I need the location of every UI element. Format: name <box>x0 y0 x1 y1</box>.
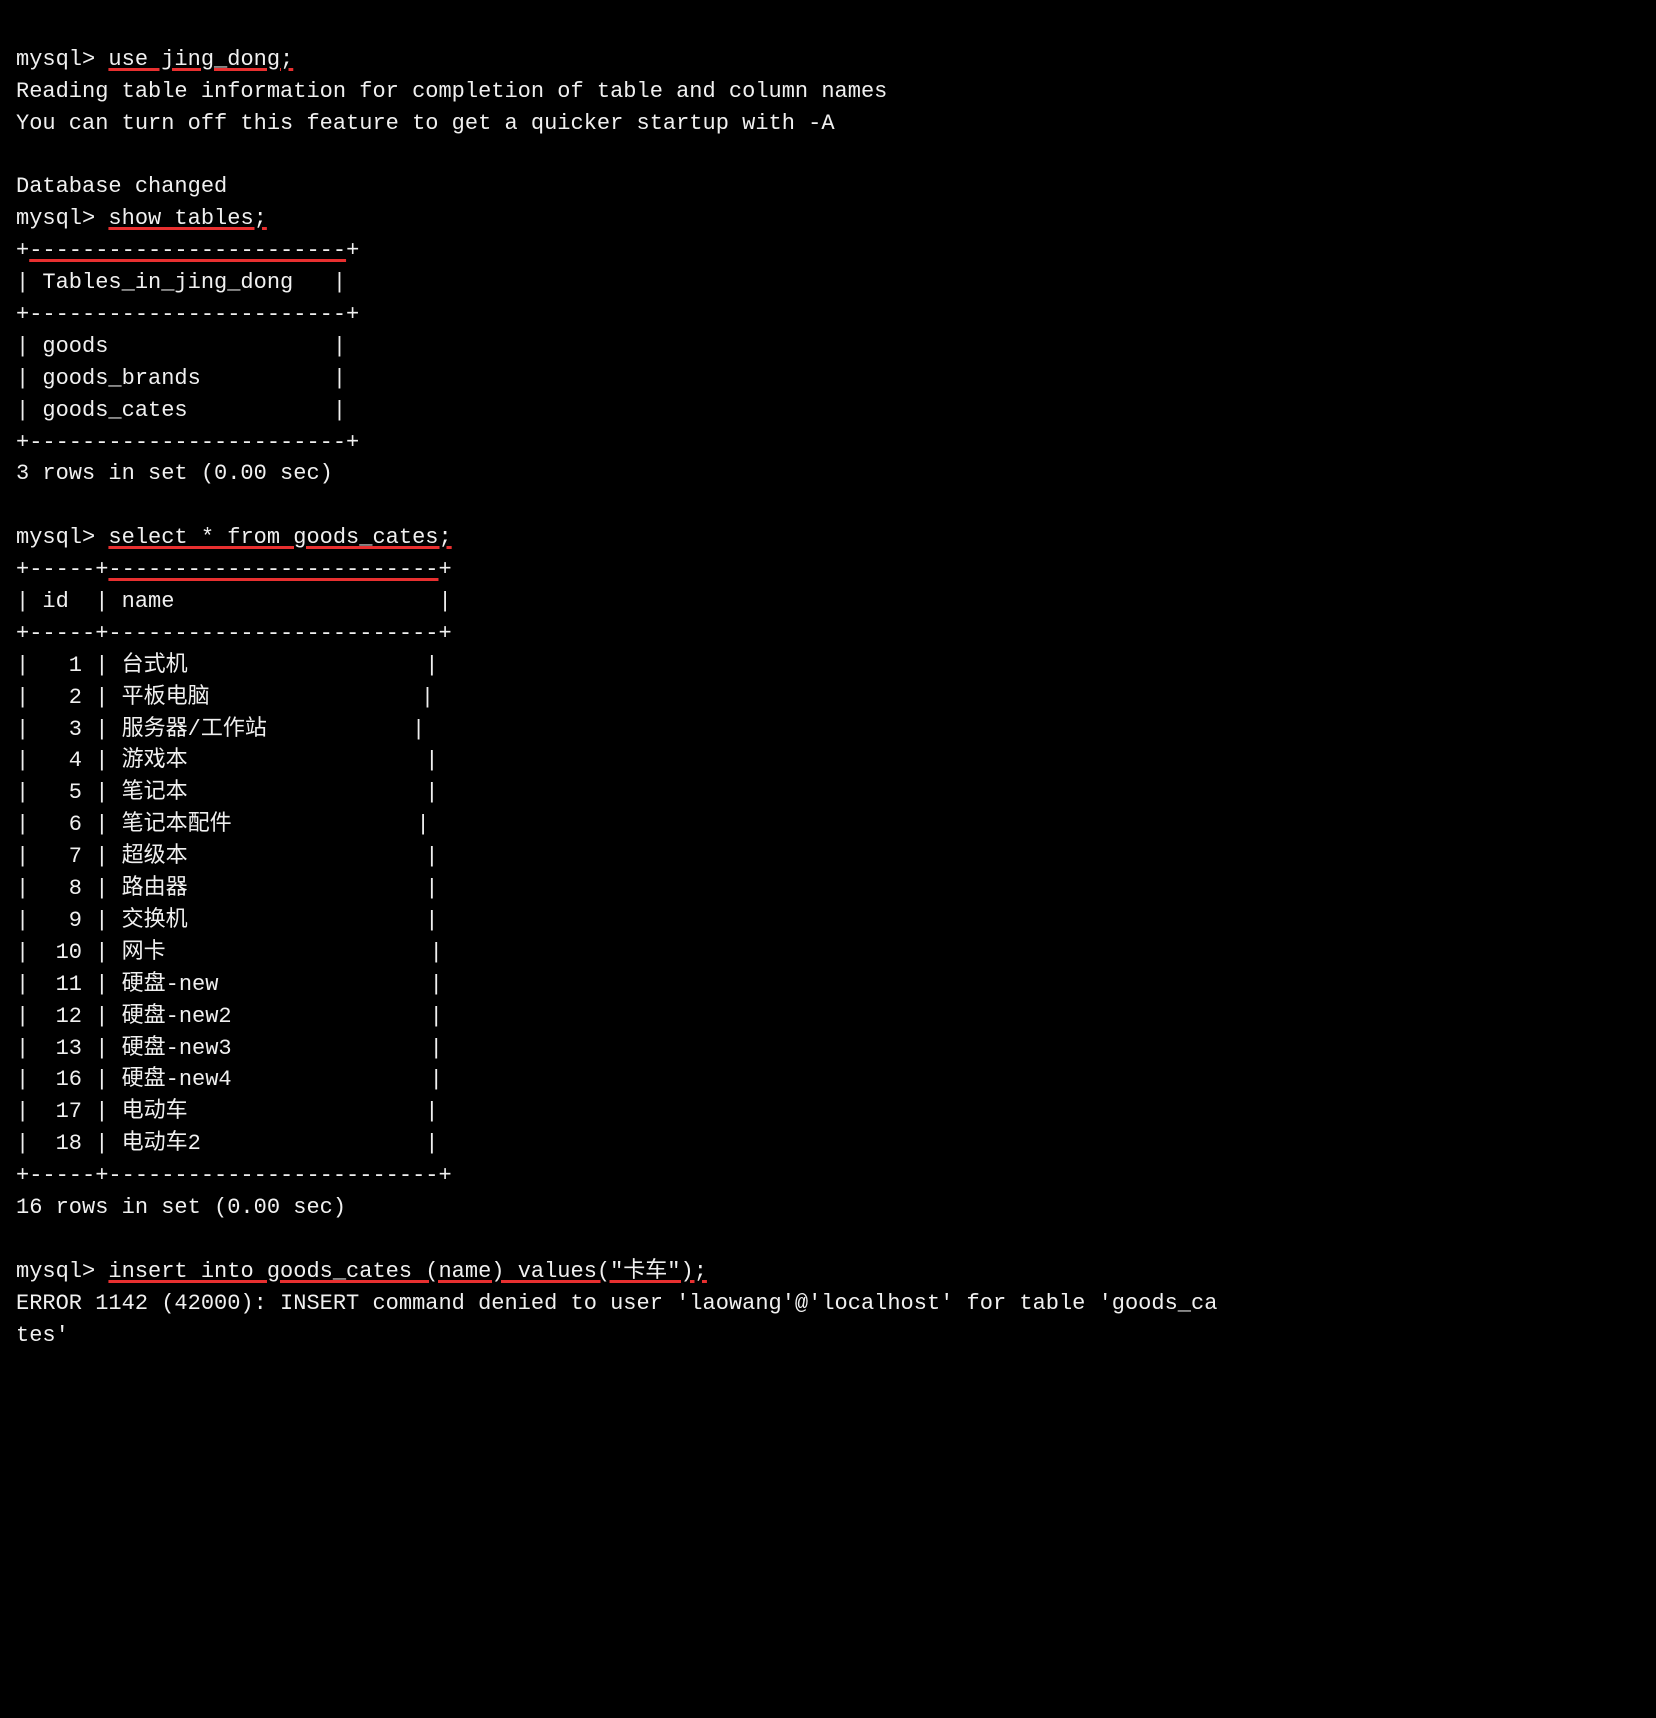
terminal-output: mysql> use jing_dong; Reading table info… <box>16 12 1640 1351</box>
error-line-1: ERROR 1142 (42000): INSERT command denie… <box>16 1291 1217 1316</box>
prompt-4: mysql> <box>16 1259 108 1284</box>
prompt-2: mysql> <box>16 206 108 231</box>
table2-row-6: | 6 | 笔记本配件 | <box>16 812 430 837</box>
table2-row-5: | 5 | 笔记本 | <box>16 780 438 805</box>
table-border-3: +------------------------+ <box>16 430 359 455</box>
info-1: Reading table information for completion… <box>16 79 887 104</box>
table-border-1: +------------------------+ <box>16 238 359 263</box>
table2-row-9: | 9 | 交换机 | <box>16 908 438 933</box>
table-header-1: | Tables_in_jing_dong | <box>16 270 346 295</box>
table2-border-1: +-----+-------------------------+ <box>16 557 452 582</box>
info-3: Database changed <box>16 174 227 199</box>
result-2: 16 rows in set (0.00 sec) <box>16 1195 346 1220</box>
prompt-3: mysql> <box>16 525 108 550</box>
table2-border-2: +-----+-------------------------+ <box>16 621 452 646</box>
table-row-cates: | goods_cates | <box>16 398 346 423</box>
table2-border-3: +-----+-------------------------+ <box>16 1163 452 1188</box>
prompt-1: mysql> <box>16 47 108 72</box>
cmd-1: use jing_dong; <box>108 47 293 72</box>
info-2: You can turn off this feature to get a q… <box>16 111 835 136</box>
cmd-3: select * from goods_cates; <box>108 525 451 550</box>
table2-row-16: | 16 | 硬盘-new4 | <box>16 1067 443 1092</box>
table2-row-2: | 2 | 平板电脑 | <box>16 685 434 710</box>
table-border-2: +------------------------+ <box>16 302 359 327</box>
table2-row-1: | 1 | 台式机 | <box>16 653 438 678</box>
table2-row-13: | 13 | 硬盘-new3 | <box>16 1036 443 1061</box>
cmd-4: insert into goods_cates (name) values("卡… <box>108 1259 707 1284</box>
table2-row-18: | 18 | 电动车2 | <box>16 1131 438 1156</box>
table2-row-7: | 7 | 超级本 | <box>16 844 438 869</box>
table2-row-17: | 17 | 电动车 | <box>16 1099 438 1124</box>
table2-row-10: | 10 | 网卡 | <box>16 940 443 965</box>
table-row-goods: | goods | <box>16 334 346 359</box>
table-row-brands: | goods_brands | <box>16 366 346 391</box>
table2-row-3: | 3 | 服务器/工作站 | <box>16 717 425 742</box>
table2-header: | id | name | <box>16 589 452 614</box>
table2-row-12: | 12 | 硬盘-new2 | <box>16 1004 443 1029</box>
table2-row-11: | 11 | 硬盘-new | <box>16 972 443 997</box>
table2-row-8: | 8 | 路由器 | <box>16 876 438 901</box>
cmd-2: show tables; <box>108 206 266 231</box>
table2-row-4: | 4 | 游戏本 | <box>16 748 438 773</box>
error-line-2: tes' <box>16 1323 69 1348</box>
result-1: 3 rows in set (0.00 sec) <box>16 461 333 486</box>
